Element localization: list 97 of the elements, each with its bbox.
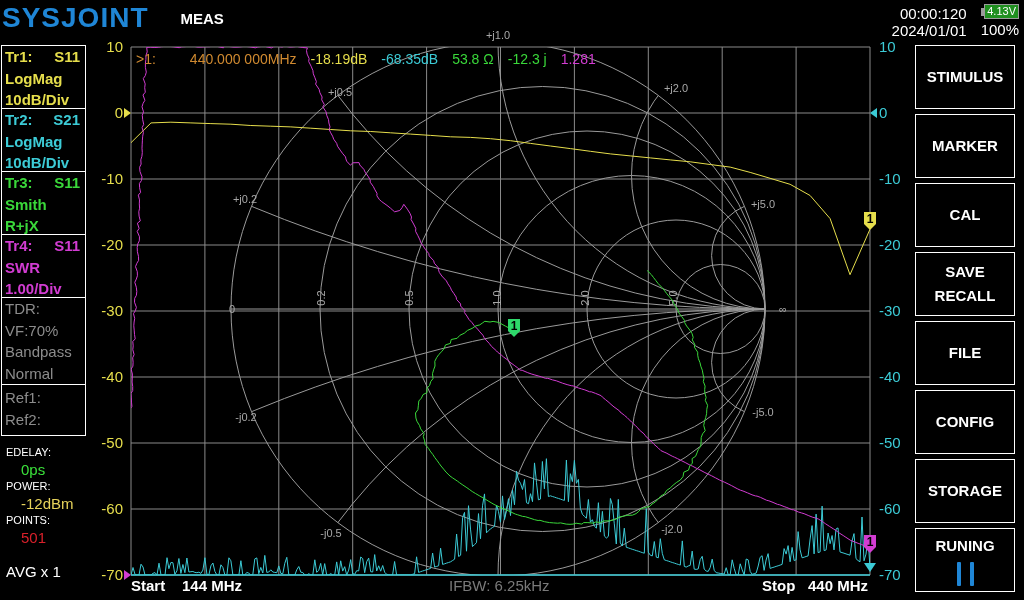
marker-readout: -12.3 j [507, 50, 547, 68]
setting-value[interactable]: 501 [1, 528, 86, 547]
axis-label: -30 [879, 300, 901, 321]
trace-info-panel[interactable]: Tr4: S11 SWR 1.00/Div [1, 234, 86, 298]
brand-logo: SYSJOINT [2, 1, 149, 35]
axis-label: -20 [879, 234, 901, 255]
smith-label: 1.0 [490, 290, 503, 306]
axis-label: 0 [114, 102, 123, 123]
smith-label: +j0.2 [232, 192, 258, 205]
marker-flag[interactable]: 1 [508, 319, 520, 337]
date-text: 2024/01/01 [891, 22, 967, 39]
axis-label: -10 [101, 168, 123, 189]
smith-label: 5.0 [666, 290, 679, 306]
smith-label: 2.0 [578, 290, 591, 306]
setting-value[interactable]: -12dBm [1, 494, 86, 513]
stop-label: Stop [762, 576, 796, 596]
smith-label: -j2.0 [661, 522, 683, 535]
axis-label: -50 [101, 432, 123, 453]
trace-name: Tr1: [5, 47, 33, 67]
smith-label: 0.2 [314, 290, 327, 306]
smith-label: -j0.2 [235, 410, 257, 423]
smith-label: ∞ [779, 302, 787, 315]
menu-button[interactable]: MARKER [915, 114, 1015, 178]
marker-triangle-icon [864, 563, 876, 572]
axis-label: -40 [101, 366, 123, 387]
trace-parameter: S21 [53, 110, 80, 130]
menu-button[interactable]: SAVE RECALL [915, 252, 1015, 316]
trace-parameter: S11 [54, 173, 80, 193]
marker-readout: 53.8 Ω [452, 50, 494, 68]
setting-label: EDELAY: [5, 445, 53, 460]
marker-flag[interactable]: 1 [864, 535, 876, 553]
smith-label: +j2.0 [663, 81, 689, 94]
trace-info-panel[interactable]: Tr2: S21 LogMag 10dB/Div [1, 108, 86, 172]
reference-label: Ref1: [5, 388, 42, 408]
smith-label: +j5.0 [750, 197, 776, 210]
run-pause-button[interactable]: RUNING [915, 528, 1015, 592]
setting-label: POWER: [5, 479, 52, 494]
menu-button[interactable]: FILE [915, 321, 1015, 385]
tdr-setting: TDR: [5, 299, 41, 319]
axis-label: -40 [879, 366, 901, 387]
averaging-label: AVG x 1 [5, 562, 62, 582]
clock-time: 00:00:120 [899, 5, 967, 22]
stop-frequency: 440 MHz [808, 576, 869, 596]
marker-flag[interactable]: 1 [864, 212, 876, 230]
marker-readout: >1: [136, 50, 156, 68]
trace-name: Tr4: [5, 236, 33, 256]
trace-scale: 10dB/Div [5, 153, 71, 173]
reference-label: Ref2: [5, 409, 42, 430]
axis-label: -50 [879, 432, 901, 453]
axis-label: -70 [879, 564, 901, 585]
battery-voltage: 4.13V [984, 4, 1019, 19]
trace-format: LogMag [5, 68, 64, 89]
battery-percent: 100% [980, 20, 1019, 39]
axis-label: 10 [106, 36, 123, 57]
setting-value[interactable]: 0ps [1, 460, 86, 479]
trace-info-panel[interactable]: Tr1: S11 LogMag 10dB/Div [1, 45, 86, 109]
trace-scale: R+jX [5, 216, 40, 236]
trace-parameter: S11 [54, 236, 80, 256]
reference-level-icon [870, 108, 877, 118]
reference-level-icon [124, 570, 131, 580]
setting-label: POINTS: [5, 513, 51, 528]
axis-label: 0 [879, 102, 888, 123]
pause-icon [956, 562, 974, 586]
smith-label: -j5.0 [752, 405, 774, 418]
axis-label: 10 [879, 36, 896, 57]
menu-button[interactable]: STORAGE [915, 459, 1015, 523]
tdr-setting: VF:70% [5, 320, 60, 341]
trace-scale: 1.00/Div [5, 279, 63, 299]
trace-scale: 10dB/Div [5, 90, 71, 110]
axis-label: -60 [879, 498, 901, 519]
smith-label: 0.5 [402, 290, 415, 306]
menu-button[interactable]: CONFIG [915, 390, 1015, 454]
trace-name: Tr2: [5, 110, 33, 130]
reference-level-icon [124, 108, 131, 118]
trace-format: SWR [5, 257, 41, 278]
start-frequency: 144 MHz [182, 576, 243, 596]
marker-readout: -18.19dB [310, 50, 368, 68]
trace-parameter: S11 [54, 47, 80, 67]
ifbw-label: IFBW: 6.25kHz [449, 576, 550, 596]
trace-format: LogMag [5, 131, 64, 152]
tdr-setting: Normal [5, 363, 55, 384]
smith-label: +j1.0 [485, 28, 511, 41]
trace-name: Tr3: [5, 173, 33, 193]
marker-readout: 440.000 000MHz [189, 50, 297, 68]
axis-label: -70 [101, 564, 123, 585]
axis-label: -60 [101, 498, 123, 519]
smith-label: -j0.5 [320, 526, 342, 539]
axis-label: -20 [101, 234, 123, 255]
menu-button[interactable]: CAL [915, 183, 1015, 247]
axis-label: -30 [101, 300, 123, 321]
menu-button[interactable]: STIMULUS [915, 45, 1015, 109]
start-label: Start [131, 576, 166, 596]
tdr-setting: Bandpass [5, 342, 73, 362]
axis-label: -10 [879, 168, 901, 189]
trace-format: Smith [5, 194, 48, 215]
trace-info-panel[interactable]: Tr3: S11 Smith R+jX [1, 171, 86, 235]
mode-title: MEAS [180, 9, 224, 29]
